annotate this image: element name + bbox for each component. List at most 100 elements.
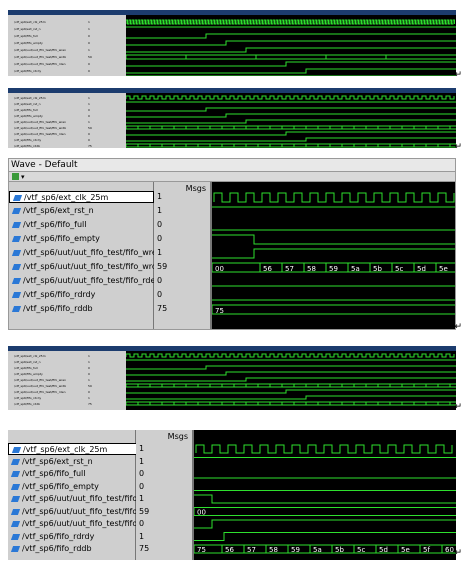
signal-value: 1 <box>157 248 163 257</box>
clock-trace <box>126 95 455 100</box>
signal-trace <box>126 371 456 376</box>
thumbnail-signal-name: /vtf_sp6/ext_clk_25m <box>14 20 46 24</box>
rddb-value-label: 58 <box>269 546 278 554</box>
toolbar-icon[interactable] <box>12 173 19 180</box>
thumbnail-wave-area <box>126 15 456 76</box>
signal-diamond-icon <box>10 471 21 477</box>
signal-trace <box>126 395 456 400</box>
signal-name-row[interactable]: /vtf_sp6/uut/uut_fifo_test/fifo_rden <box>8 518 159 530</box>
wrdb-value-label: 5e <box>439 265 448 273</box>
signal-name-row[interactable]: /vtf_sp6/fifo_rdrdy <box>8 531 153 543</box>
signal-name-label: /vtf_sp6/uut/uut_fifo_test/fifo_wren <box>23 248 162 257</box>
signal-name-row[interactable]: /vtf_sp6/ext_clk_25m <box>9 191 154 203</box>
signal-name-row[interactable]: /vtf_sp6/ext_clk_25m <box>8 443 153 455</box>
thumbnail-signal-name: /vtf_sp6/ext_rst_n <box>14 27 41 31</box>
thumbnail-signal-value: 0 <box>88 34 90 38</box>
signal-trace <box>126 61 456 67</box>
signal-value: 59 <box>139 506 150 516</box>
signal-name-label: /vtf_sp6/fifo_rddb <box>23 304 93 313</box>
thumbnail-signal-list: /vtf_sp6/ext_clk_25m 1/vtf_sp6/ext_rst_n 1… <box>8 93 127 148</box>
signal-value: 75 <box>139 544 150 553</box>
signal-name-row[interactable]: /vtf_sp6/ext_rst_n <box>9 205 154 217</box>
signal-trace <box>126 33 456 39</box>
signal-trace <box>126 377 456 382</box>
signal-value: 1 <box>157 192 163 201</box>
signal-name-row[interactable]: /vtf_sp6/fifo_rddb <box>8 543 153 555</box>
signal-diamond-icon <box>10 508 21 515</box>
thumbnail-signal-value: 75 <box>86 75 124 76</box>
signal-name-label: /vtf_sp6/fifo_empty <box>23 234 100 243</box>
clock-trace <box>126 19 455 25</box>
wrdb-value-label: 57 <box>285 265 294 273</box>
wrdb-value-label: 5d <box>417 265 426 273</box>
signal-value: 0 <box>157 220 163 229</box>
wrdb-value-label: 5a <box>351 265 360 273</box>
signal-name-row[interactable]: /vtf_sp6/uut/uut_fifo_test/fifo_rden <box>9 275 160 287</box>
signal-diamond-icon <box>10 533 21 540</box>
signal-diamond-icon <box>11 250 22 256</box>
signal-value: 0 <box>139 469 145 478</box>
toolbar-dropdown-icon[interactable]: ▾ <box>21 173 25 181</box>
msgs-header: Msgs <box>167 432 188 441</box>
signal-trace <box>126 107 456 112</box>
signal-diamond-icon <box>11 222 22 228</box>
signal-diamond-icon <box>11 306 22 312</box>
thumbnail-signal-value: 75 <box>88 144 92 148</box>
signal-name-row[interactable]: /vtf_sp6/fifo_empty <box>8 481 153 493</box>
signal-name-row[interactable]: /vtf_sp6/uut/uut_fifo_test/fifo_wren <box>9 247 162 259</box>
signal-trace <box>212 248 455 259</box>
signal-name-row[interactable]: /vtf_sp6/fifo_full <box>9 219 154 231</box>
signal-trace <box>212 234 455 245</box>
wrdb-value-label: 58 <box>307 265 316 273</box>
signal-name-row[interactable]: /vtf_sp6/uut/uut_fifo_test/fifo_wrdb <box>9 261 162 273</box>
signal-diamond-icon <box>11 447 22 453</box>
signal-name-label: /vtf_sp6/uut/uut_fifo_test/fifo_rden <box>23 276 161 285</box>
return-mark: ↵ <box>454 548 462 558</box>
signal-diamond-icon <box>11 292 22 298</box>
return-mark: ↵ <box>454 70 462 80</box>
signal-value: 0 <box>157 276 163 285</box>
signal-value: 0 <box>157 234 163 243</box>
return-mark: ↵ <box>454 322 462 332</box>
signal-name-label: /vtf_sp6/fifo_rdrdy <box>23 290 96 299</box>
signal-name-row[interactable]: /vtf_sp6/ext_rst_n <box>8 456 153 468</box>
signal-trace <box>126 137 456 142</box>
signal-value: 1 <box>139 494 145 503</box>
signal-name-row[interactable]: /vtf_sp6/uut/uut_fifo_test/fifo_wren <box>8 493 161 505</box>
rddb-value-label: 5b <box>335 546 344 554</box>
wrdb-value-label: 00 <box>215 265 224 273</box>
signal-name-label: /vtf_sp6/ext_rst_n <box>22 456 93 466</box>
signal-trace <box>126 365 456 370</box>
thumbnail-signal-name: /vtf_sp6/uut/uut_fifo_test/fifo_wrdb <box>14 55 67 59</box>
signal-trace <box>194 519 456 529</box>
signal-name-row[interactable]: /vtf_sp6/uut/uut_fifo_test/fifo_wrdb <box>8 506 161 518</box>
signal-name-row[interactable]: /vtf_sp6/fifo_full <box>8 468 153 480</box>
signal-name-label: /vtf_sp6/ext_rst_n <box>23 206 94 215</box>
thumbnail-signal-name: /vtf_sp6/fifo_empty <box>14 41 43 45</box>
return-mark: ↵ <box>454 142 462 152</box>
wave-window-2: /vtf_sp6/ext_clk_25m/vtf_sp6/ext_rst_n/v… <box>8 430 456 560</box>
thumbnail-signal-name: /vtf_sp6/uut/uut_fifo_test/fifo_rden <box>14 62 66 66</box>
signal-name-column: /vtf_sp6/ext_clk_25m/vtf_sp6/ext_rst_n/v… <box>8 430 161 560</box>
signal-value-column: Msgs 1 1 0 0 1 59 0 1 75 <box>136 430 194 560</box>
signal-name-row[interactable]: /vtf_sp6/fifo_rdrdy <box>9 289 154 301</box>
wrdb-value-label: 00 <box>197 509 206 517</box>
signal-value: 1 <box>157 206 163 215</box>
wrdb-value-label: 5c <box>395 265 403 273</box>
clock-trace <box>195 444 453 454</box>
thumbnail-wave-area <box>126 93 456 148</box>
waveform-area: 00 75 56 57 58 59 5a 5b 5c 5d 5e 5f 60 <box>193 430 456 560</box>
waveform-area: 00 56 57 58 59 5a 5b 5c 5d 5e 75 <box>211 182 455 329</box>
signal-diamond-icon <box>11 236 22 242</box>
signal-diamond-icon <box>10 546 21 552</box>
thumbnail-signal-name: /vtf_sp6/fifo_rddb <box>14 144 41 148</box>
signal-value-column: Msgs 1 1 0 0 1 59 0 0 75 <box>154 182 212 329</box>
signal-name-label: /vtf_sp6/fifo_empty <box>22 481 99 491</box>
signal-name-row[interactable]: /vtf_sp6/fifo_rddb <box>9 303 154 315</box>
thumbnail-signal-value: 1 <box>88 48 90 52</box>
signal-name-label: /vtf_sp6/ext_clk_25m <box>23 445 108 454</box>
signal-name-row[interactable]: /vtf_sp6/fifo_empty <box>9 233 154 245</box>
thumbnail-signal-list: /vtf_sp6/ext_clk_25m 1/vtf_sp6/ext_rst_n 1… <box>8 351 127 410</box>
signal-value: 1 <box>139 531 145 541</box>
rddb-value-label: 60 <box>445 546 454 554</box>
